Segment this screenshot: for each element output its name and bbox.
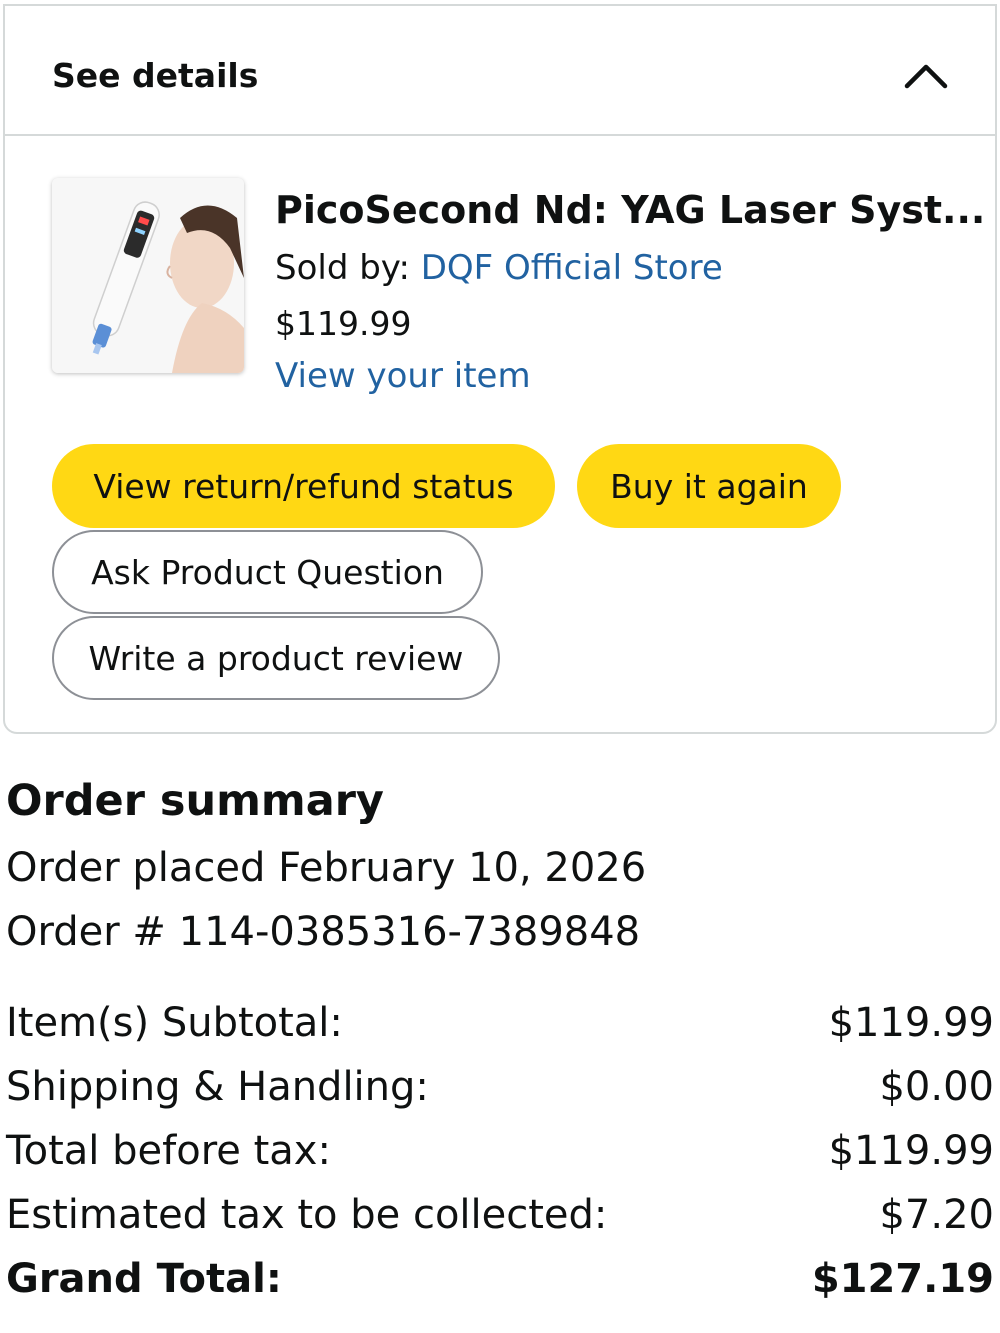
summary-value: $7.20 xyxy=(879,1192,994,1238)
item-price: $119.99 xyxy=(275,304,412,343)
sold-by-line: Sold by: DQF Official Store xyxy=(275,248,723,288)
summary-row-before-tax: Total before tax: $119.99 xyxy=(6,1123,994,1179)
summary-label: Total before tax: xyxy=(6,1128,331,1174)
order-placed-date: Order placed February 10, 2026 xyxy=(6,845,647,891)
view-refund-status-button[interactable]: View return/refund status xyxy=(52,444,555,528)
summary-value: $119.99 xyxy=(828,1000,994,1046)
see-details-header[interactable]: See details xyxy=(5,6,995,136)
ask-product-question-button[interactable]: Ask Product Question xyxy=(52,530,483,614)
store-link[interactable]: DQF Official Store xyxy=(421,248,723,288)
sold-by-label: Sold by: xyxy=(275,248,421,288)
product-thumbnail[interactable] xyxy=(52,178,244,373)
buy-again-button[interactable]: Buy it again xyxy=(577,444,841,528)
summary-row-shipping: Shipping & Handling: $0.00 xyxy=(6,1059,994,1115)
order-number: Order # 114-0385316-7389848 xyxy=(6,909,641,955)
order-details-card: See details PicoSecond Nd: YAG Laser Sys… xyxy=(3,4,997,734)
summary-value: $0.00 xyxy=(879,1064,994,1110)
summary-value: $127.19 xyxy=(811,1256,994,1302)
summary-label: Shipping & Handling: xyxy=(6,1064,429,1110)
order-summary-title: Order summary xyxy=(6,776,384,826)
view-item-link[interactable]: View your item xyxy=(275,356,531,396)
summary-row-subtotal: Item(s) Subtotal: $119.99 xyxy=(6,995,994,1051)
see-details-label[interactable]: See details xyxy=(52,56,258,95)
write-review-button[interactable]: Write a product review xyxy=(52,616,500,700)
summary-label: Item(s) Subtotal: xyxy=(6,1000,343,1046)
summary-value: $119.99 xyxy=(828,1128,994,1174)
summary-row-tax: Estimated tax to be collected: $7.20 xyxy=(6,1187,994,1243)
summary-row-grand-total: Grand Total: $127.19 xyxy=(6,1251,994,1307)
summary-label: Grand Total: xyxy=(6,1256,282,1302)
summary-label: Estimated tax to be collected: xyxy=(6,1192,608,1238)
chevron-up-icon[interactable] xyxy=(901,56,951,96)
product-title[interactable]: PicoSecond Nd: YAG Laser Syst... xyxy=(275,188,985,232)
